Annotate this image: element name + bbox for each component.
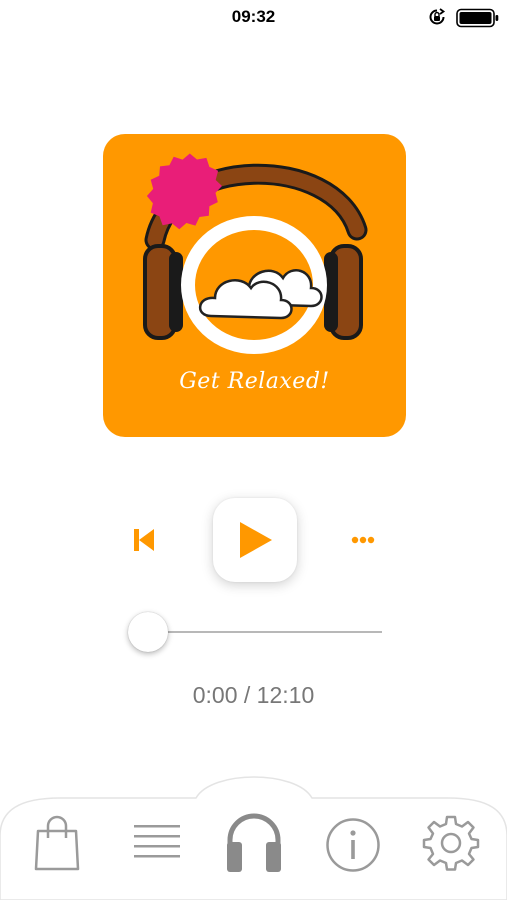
slider-thumb[interactable]	[128, 612, 168, 652]
slider-track[interactable]	[148, 631, 382, 633]
settings-gear-icon[interactable]	[422, 814, 480, 872]
shopping-bag-icon[interactable]	[34, 814, 80, 872]
battery-icon	[456, 8, 499, 28]
playback-controls	[0, 490, 507, 590]
tab-bar	[0, 770, 507, 900]
cover-art: Get Relaxed!	[103, 134, 406, 437]
rotation-lock-icon	[429, 8, 446, 25]
cover-title: Get Relaxed!	[179, 369, 330, 394]
info-icon[interactable]	[325, 817, 381, 873]
list-icon[interactable]	[134, 824, 180, 858]
skip-previous-icon[interactable]	[128, 526, 160, 554]
play-button[interactable]	[213, 498, 297, 582]
status-bar: 09:32	[0, 0, 507, 36]
play-icon	[240, 522, 272, 558]
more-icon[interactable]	[348, 528, 378, 552]
time-readout: 0:00 / 12:10	[192, 682, 315, 708]
headphones-icon[interactable]	[222, 806, 286, 874]
progress-slider[interactable]	[128, 612, 382, 652]
